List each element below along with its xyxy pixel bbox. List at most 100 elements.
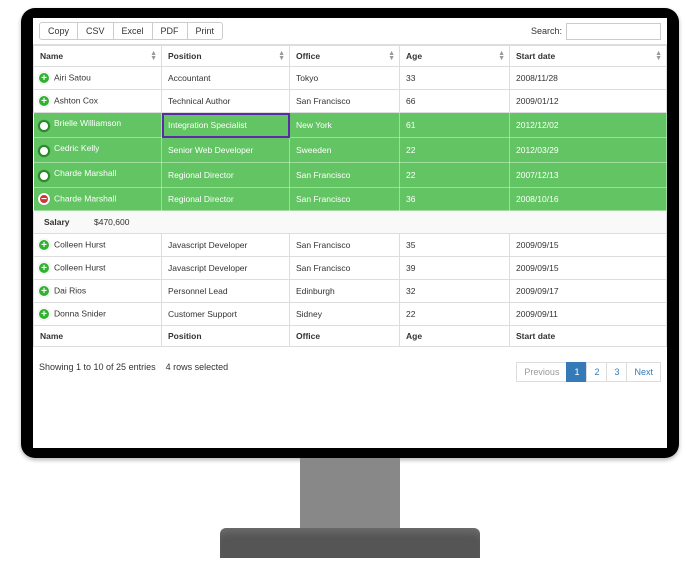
cell-name[interactable]: + Colleen Hurst [34, 257, 162, 280]
cell-position[interactable]: Accountant [162, 67, 290, 90]
col-footer-startdate: Start date [510, 326, 667, 347]
cell-office[interactable]: Edinburgh [290, 280, 400, 303]
cell-age[interactable]: 33 [400, 67, 510, 90]
table-row[interactable]: Brielle WilliamsonIntegration Specialist… [34, 113, 667, 138]
table-row[interactable]: + Colleen Hurst Javascript DeveloperSan Fr… [34, 257, 667, 280]
cell-office[interactable]: San Francisco [290, 188, 400, 211]
col-header-position[interactable]: Position ▲▼ [162, 46, 290, 67]
cell-age[interactable]: 32 [400, 280, 510, 303]
page-2[interactable]: 2 [586, 362, 607, 382]
table-row[interactable]: +Donna SniderCustomer SupportSidney22200… [34, 303, 667, 326]
col-header-startdate-label: Start date [516, 51, 555, 61]
col-footer-age: Age [400, 326, 510, 347]
cell-position[interactable]: Senior Web Developer [162, 138, 290, 163]
cell-position[interactable]: Javascript Developer [162, 234, 290, 257]
csv-button[interactable]: CSV [77, 22, 114, 40]
toolbar: Copy CSV Excel PDF Print Search: [33, 18, 667, 45]
pdf-button[interactable]: PDF [152, 22, 188, 40]
cell-age[interactable]: 39 [400, 257, 510, 280]
expand-icon[interactable] [38, 120, 50, 132]
cell-name[interactable]: Brielle Williamson [34, 113, 162, 138]
cell-office[interactable]: San Francisco [290, 234, 400, 257]
print-button[interactable]: Print [187, 22, 224, 40]
copy-button[interactable]: Copy [39, 22, 78, 40]
cell-startdate[interactable]: 2009/01/12 [510, 90, 667, 113]
cell-startdate[interactable]: 2012/03/29 [510, 138, 667, 163]
cell-startdate[interactable]: 2008/11/28 [510, 67, 667, 90]
cell-startdate[interactable]: 2012/12/02 [510, 113, 667, 138]
cell-office[interactable]: San Francisco [290, 257, 400, 280]
cell-position[interactable]: Technical Author [162, 90, 290, 113]
page-prev[interactable]: Previous [516, 362, 567, 382]
table-row[interactable]: +Ashton CoxTechnical AuthorSan Francisco… [34, 90, 667, 113]
name-text: Dai Rios [54, 286, 86, 296]
cell-name[interactable]: + Dai Rios [34, 280, 162, 303]
col-header-startdate[interactable]: Start date ▲▼ [510, 46, 667, 67]
col-header-name[interactable]: Name ▲▼ [34, 46, 162, 67]
child-row: Salary$470,600 [34, 211, 667, 234]
table-info: Showing 1 to 10 of 25 entries [39, 362, 156, 372]
cell-name[interactable]: +Airi Satou [34, 67, 162, 90]
cell-startdate[interactable]: 2009/09/15 [510, 257, 667, 280]
cell-office[interactable]: Sweeden [290, 138, 400, 163]
cell-office[interactable]: San Francisco [290, 163, 400, 188]
table-row[interactable]: Cedric KellySenior Web DeveloperSweeden2… [34, 138, 667, 163]
cell-age[interactable]: 22 [400, 138, 510, 163]
cell-startdate[interactable]: 2008/10/16 [510, 188, 667, 211]
table-row[interactable]: + Dai Rios Personnel LeadEdinburgh322009/0… [34, 280, 667, 303]
table-row[interactable]: −Charde MarshallRegional DirectorSan Fra… [34, 188, 667, 211]
search-input[interactable] [566, 23, 661, 40]
cell-age[interactable]: 22 [400, 163, 510, 188]
expand-icon[interactable]: + [38, 285, 50, 297]
table-row[interactable]: +Airi SatouAccountantTokyo332008/11/28 [34, 67, 667, 90]
cell-position[interactable]: Regional Director [162, 188, 290, 211]
col-header-position-label: Position [168, 51, 202, 61]
cell-position[interactable]: Regional Director [162, 163, 290, 188]
expand-icon[interactable]: + [38, 72, 50, 84]
excel-button[interactable]: Excel [113, 22, 153, 40]
col-header-office[interactable]: Office ▲▼ [290, 46, 400, 67]
page-1[interactable]: 1 [566, 362, 587, 382]
cell-age[interactable]: 36 [400, 188, 510, 211]
cell-position[interactable]: Integration Specialist [162, 113, 290, 138]
name-text: Colleen Hurst [54, 263, 106, 273]
cell-age[interactable]: 66 [400, 90, 510, 113]
cell-name[interactable]: Cedric Kelly [34, 138, 162, 163]
cell-name[interactable]: Charde Marshall [34, 163, 162, 188]
data-table: Name ▲▼ Position ▲▼ Office ▲▼ Age [33, 45, 667, 347]
expand-icon[interactable]: + [38, 308, 50, 320]
cell-startdate[interactable]: 2009/09/15 [510, 234, 667, 257]
expand-icon[interactable]: + [38, 239, 50, 251]
cell-position[interactable]: Customer Support [162, 303, 290, 326]
cell-age[interactable]: 35 [400, 234, 510, 257]
cell-name[interactable]: +Colleen Hurst [34, 234, 162, 257]
expand-icon[interactable] [38, 170, 50, 182]
expand-icon[interactable]: + [38, 262, 50, 274]
selected-info: 4 rows selected [166, 362, 229, 372]
cell-office[interactable]: New York [290, 113, 400, 138]
table-row[interactable]: Charde MarshallRegional DirectorSan Fran… [34, 163, 667, 188]
cell-position[interactable]: Personnel Lead [162, 280, 290, 303]
cell-age[interactable]: 22 [400, 303, 510, 326]
page-next[interactable]: Next [626, 362, 661, 382]
cell-name[interactable]: −Charde Marshall [34, 188, 162, 211]
cell-name[interactable]: +Ashton Cox [34, 90, 162, 113]
cell-name[interactable]: +Donna Snider [34, 303, 162, 326]
col-header-age[interactable]: Age ▲▼ [400, 46, 510, 67]
cell-startdate[interactable]: 2009/09/17 [510, 280, 667, 303]
cell-office[interactable]: Sidney [290, 303, 400, 326]
table-row[interactable]: +Colleen HurstJavascript DeveloperSan Fr… [34, 234, 667, 257]
cell-position[interactable]: Javascript Developer [162, 257, 290, 280]
collapse-icon[interactable]: − [38, 193, 50, 205]
footer-row: Name Position Office Age Start date [34, 326, 667, 347]
cell-office[interactable]: Tokyo [290, 67, 400, 90]
col-footer-position: Position [162, 326, 290, 347]
page-3[interactable]: 3 [606, 362, 627, 382]
expand-icon[interactable] [38, 145, 50, 157]
cell-age[interactable]: 61 [400, 113, 510, 138]
cell-office[interactable]: San Francisco [290, 90, 400, 113]
col-header-age-label: Age [406, 51, 422, 61]
cell-startdate[interactable]: 2009/09/11 [510, 303, 667, 326]
cell-startdate[interactable]: 2007/12/13 [510, 163, 667, 188]
expand-icon[interactable]: + [38, 95, 50, 107]
